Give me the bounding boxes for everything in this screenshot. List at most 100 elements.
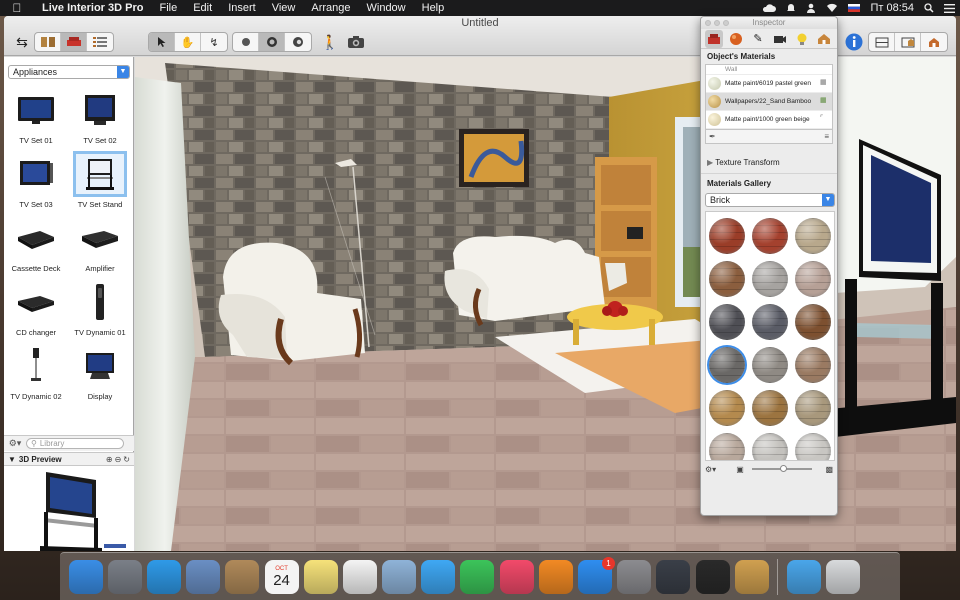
launchpad-icon[interactable]	[107, 559, 142, 594]
font-book-icon[interactable]	[695, 559, 730, 594]
zoom-out-icon[interactable]: ⊖	[115, 455, 122, 464]
activity-monitor-icon[interactable]	[656, 559, 691, 594]
finder-icon[interactable]	[68, 559, 103, 594]
user-icon[interactable]	[801, 3, 821, 13]
reminders-icon[interactable]	[342, 559, 377, 594]
material-ball[interactable]	[709, 260, 746, 297]
mail-stamp-icon[interactable]	[186, 559, 221, 594]
library-item-cd-changer[interactable]: CD changer	[6, 279, 66, 343]
list-view-icon[interactable]	[87, 33, 113, 51]
tab-camera-icon[interactable]	[771, 30, 789, 48]
tab-light-icon[interactable]	[793, 30, 811, 48]
material-ball[interactable]	[794, 432, 831, 460]
messages-icon[interactable]	[421, 559, 456, 594]
flag-icon[interactable]	[843, 4, 865, 12]
spotlight-icon[interactable]	[919, 3, 939, 13]
system-preferences-icon[interactable]	[617, 559, 652, 594]
walk-view-icon[interactable]	[285, 33, 311, 51]
material-ball[interactable]	[751, 432, 788, 460]
texture-transform-toggle[interactable]: ▶ Texture Transform	[701, 144, 837, 174]
material-row[interactable]: Wallpapers/22_Sand Bamboo ▦	[706, 93, 832, 111]
info-icon[interactable]	[842, 31, 866, 53]
notification-center-icon[interactable]	[939, 3, 960, 13]
texture-map-icon[interactable]: ▦	[820, 79, 829, 88]
pan-hand-icon[interactable]: ✋	[175, 33, 201, 51]
close-window-icon[interactable]	[705, 20, 711, 26]
safari-icon[interactable]	[146, 559, 181, 594]
library-item-amplifier[interactable]: Amplifier	[70, 215, 130, 279]
walkthrough-person-icon[interactable]: 🚶	[318, 31, 342, 53]
library-item-tv-set-03[interactable]: TV Set 03	[6, 151, 66, 215]
gear-icon[interactable]: ⚙▾	[4, 438, 26, 449]
gallery-category-select[interactable]: Brick ▼	[705, 193, 835, 207]
menu-edit[interactable]: Edit	[185, 2, 220, 14]
material-ball[interactable]	[751, 303, 788, 340]
inspector-titlebar[interactable]: Inspector	[701, 17, 837, 29]
ibooks-icon[interactable]	[538, 559, 573, 594]
library-item-tv-dynamic-01[interactable]: TV Dynamic 01	[70, 279, 130, 343]
slider-knob[interactable]	[779, 465, 787, 472]
rotate-icon[interactable]: ↻	[123, 455, 130, 464]
library-item-cassette-deck[interactable]: Cassette Deck	[6, 215, 66, 279]
material-ball[interactable]	[794, 303, 831, 340]
tab-materials-icon[interactable]	[727, 30, 745, 48]
apple-menu-icon[interactable]: 	[0, 1, 34, 15]
library-item-tv-dynamic-02[interactable]: TV Dynamic 02	[6, 343, 66, 407]
plan-view-icon[interactable]	[233, 33, 259, 51]
contacts-icon[interactable]	[225, 559, 260, 594]
texture-map-icon[interactable]: ▦	[820, 97, 829, 106]
itunes-icon[interactable]	[499, 559, 534, 594]
plan-layout-icon[interactable]	[869, 33, 895, 51]
material-ball[interactable]	[709, 217, 746, 254]
3d-preview-area[interactable]	[4, 466, 134, 551]
material-row[interactable]: Matte paint/6019 pastel green ▦	[706, 75, 832, 93]
zoom-in-icon[interactable]: ⊕	[106, 455, 113, 464]
library-item-display[interactable]: Display	[70, 343, 130, 407]
downloads-folder-icon[interactable]	[786, 559, 821, 594]
3d-layout-icon[interactable]	[921, 33, 947, 51]
library-item-tv-set-01[interactable]: TV Set 01	[6, 87, 66, 151]
material-ball[interactable]	[751, 217, 788, 254]
trash-icon[interactable]	[826, 559, 861, 594]
material-ball[interactable]	[751, 346, 788, 383]
gear-icon[interactable]: ⚙▾	[705, 465, 716, 474]
snapshot-camera-icon[interactable]	[344, 31, 368, 53]
material-ball[interactable]	[751, 389, 788, 426]
thumbnail-size-slider[interactable]	[751, 465, 812, 472]
library-view-icon[interactable]	[35, 33, 61, 51]
material-ball[interactable]	[709, 303, 746, 340]
menu-window[interactable]: Window	[359, 2, 414, 14]
material-ball[interactable]	[709, 389, 746, 426]
calendar-icon[interactable]: OCT 24	[264, 559, 299, 594]
cloud-icon[interactable]	[757, 3, 781, 13]
material-row[interactable]: Matte paint/1000 green beige ⌜	[706, 111, 832, 129]
material-ball[interactable]	[794, 389, 831, 426]
select-arrow-icon[interactable]	[149, 33, 175, 51]
material-ball[interactable]	[709, 346, 746, 383]
menu-file[interactable]: File	[151, 2, 185, 14]
split-layout-icon[interactable]	[895, 33, 921, 51]
material-ball[interactable]	[794, 217, 831, 254]
library-item-tv-set-02[interactable]: TV Set 02	[70, 87, 130, 151]
material-ball[interactable]	[751, 260, 788, 297]
minimize-window-icon[interactable]	[714, 20, 720, 26]
material-ball[interactable]	[794, 260, 831, 297]
material-ball[interactable]	[794, 346, 831, 383]
clock[interactable]: Пт 08:54	[865, 2, 919, 14]
library-search-input[interactable]: ⚲ Library	[26, 438, 124, 449]
corner-icon[interactable]: ⌜	[820, 115, 829, 124]
zoom-camera-icon[interactable]: ↯	[201, 33, 227, 51]
toggle-sidebar-icon[interactable]: ⇆	[10, 31, 34, 53]
wifi-icon[interactable]	[821, 3, 843, 13]
tab-edit-icon[interactable]: ✎	[749, 30, 767, 48]
tab-building-icon[interactable]	[815, 30, 833, 48]
eyedropper-icon[interactable]: ✒	[709, 132, 716, 141]
preview-icon[interactable]	[382, 559, 417, 594]
live-interior-3d-icon[interactable]	[734, 559, 769, 594]
menu-view[interactable]: View	[264, 2, 304, 14]
library-item-tv-set-stand[interactable]: TV Set Stand	[70, 151, 130, 215]
menu-insert[interactable]: Insert	[220, 2, 264, 14]
material-row-group[interactable]: Wall	[706, 65, 832, 75]
3d-preview-header[interactable]: ▼ 3D Preview ⊕ ⊖ ↻	[4, 452, 134, 466]
library-category-select[interactable]: Appliances ▼	[8, 65, 130, 79]
